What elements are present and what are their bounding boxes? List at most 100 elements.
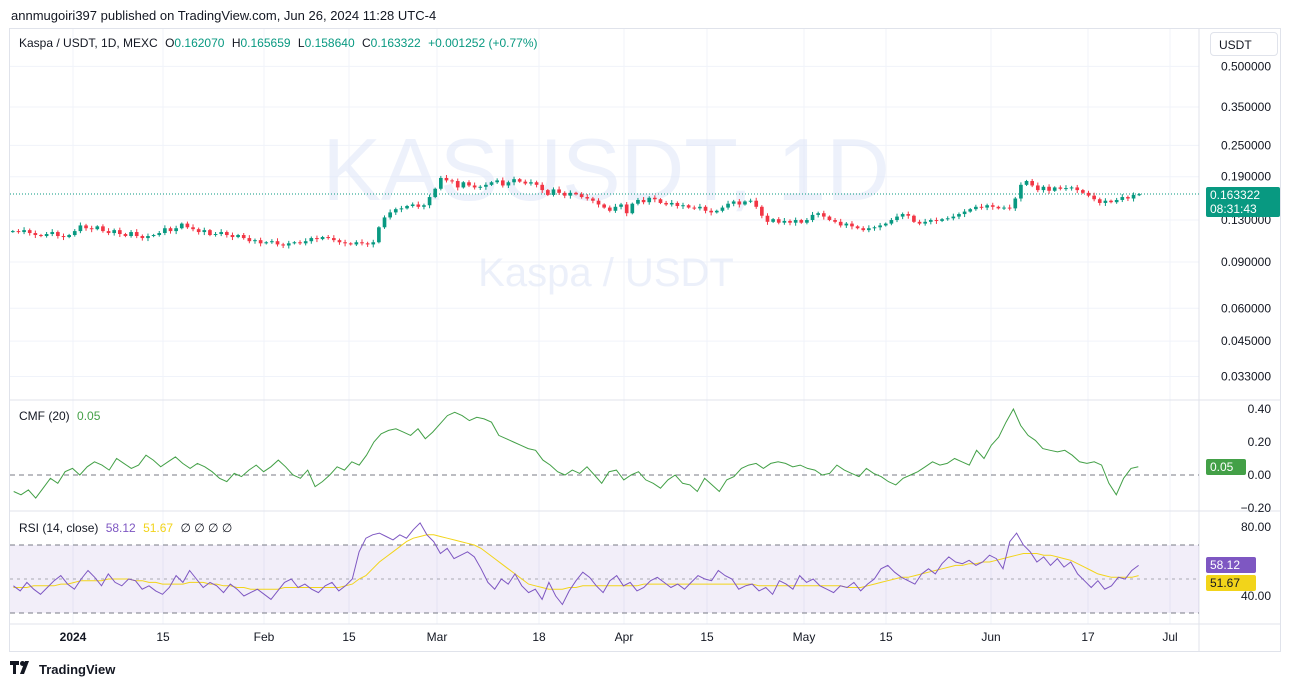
candle[interactable]	[247, 235, 252, 244]
candle[interactable]	[928, 218, 933, 225]
legend-symbol[interactable]: Kaspa / USDT, 1D, MEXC	[19, 36, 158, 50]
candle[interactable]	[89, 225, 94, 233]
candle[interactable]	[219, 229, 224, 237]
rsi-legend[interactable]: RSI (14, close) 58.12 51.67 ∅ ∅ ∅ ∅	[19, 521, 236, 535]
candle[interactable]	[1047, 184, 1051, 194]
candle[interactable]	[303, 238, 308, 246]
candle[interactable]	[883, 222, 888, 227]
candle[interactable]	[1007, 204, 1012, 211]
candle[interactable]	[253, 238, 257, 244]
candle[interactable]	[630, 202, 635, 215]
candle[interactable]	[230, 232, 235, 241]
candle[interactable]	[84, 223, 88, 231]
candle[interactable]	[117, 227, 122, 238]
candle[interactable]	[61, 233, 66, 241]
candle[interactable]	[123, 232, 128, 238]
candle[interactable]	[377, 226, 381, 244]
candle[interactable]	[275, 238, 280, 247]
cmf-legend[interactable]: CMF (20) 0.05	[19, 409, 104, 423]
candle[interactable]	[872, 225, 877, 231]
candle[interactable]	[1086, 190, 1091, 198]
footer-brand[interactable]: TradingView	[10, 661, 115, 677]
candle[interactable]	[16, 229, 21, 234]
candle[interactable]	[286, 240, 291, 249]
candle[interactable]	[106, 228, 111, 236]
candle[interactable]	[1081, 188, 1085, 194]
candle[interactable]	[78, 222, 83, 234]
candle[interactable]	[56, 230, 60, 239]
candle[interactable]	[309, 236, 314, 244]
candle[interactable]	[101, 224, 105, 233]
candle[interactable]	[10, 229, 15, 233]
candle[interactable]	[1035, 182, 1040, 193]
candle[interactable]	[1041, 185, 1046, 193]
candle[interactable]	[129, 230, 133, 238]
candle[interactable]	[962, 209, 967, 218]
candle[interactable]	[202, 227, 207, 236]
candle[interactable]	[900, 212, 905, 220]
candle[interactable]	[168, 226, 173, 234]
candle[interactable]	[1103, 198, 1108, 206]
rsi-label[interactable]: RSI (14, close)	[19, 521, 98, 535]
candle[interactable]	[264, 241, 269, 245]
candle[interactable]	[292, 241, 297, 245]
candle[interactable]	[906, 211, 911, 219]
candle[interactable]	[224, 230, 229, 238]
candle[interactable]	[1069, 185, 1074, 191]
candle[interactable]	[934, 217, 939, 224]
candle[interactable]	[1013, 196, 1018, 211]
candle[interactable]	[337, 238, 342, 245]
candle[interactable]	[850, 221, 854, 230]
candle[interactable]	[112, 228, 117, 236]
candle[interactable]	[895, 213, 899, 223]
candle[interactable]	[861, 226, 866, 232]
candle[interactable]	[185, 221, 190, 229]
candle[interactable]	[67, 233, 71, 239]
candle[interactable]	[140, 234, 145, 241]
candle[interactable]	[33, 230, 38, 239]
candle[interactable]	[196, 227, 201, 235]
candle[interactable]	[179, 222, 184, 230]
candle[interactable]	[241, 232, 246, 240]
candle[interactable]	[1024, 179, 1029, 186]
candle[interactable]	[782, 217, 787, 225]
candle[interactable]	[1002, 205, 1006, 210]
candle[interactable]	[844, 222, 849, 228]
candle[interactable]	[315, 235, 319, 243]
candle[interactable]	[22, 227, 26, 235]
candle[interactable]	[996, 205, 1001, 210]
candle[interactable]	[940, 218, 944, 223]
candle[interactable]	[146, 233, 150, 242]
candle[interactable]	[1058, 185, 1063, 191]
candle[interactable]	[917, 219, 922, 226]
candle[interactable]	[213, 231, 218, 237]
candle[interactable]	[298, 240, 302, 245]
candle[interactable]	[1064, 185, 1068, 191]
candle[interactable]	[433, 187, 438, 199]
candle[interactable]	[281, 242, 285, 249]
candle[interactable]	[163, 225, 167, 236]
candle[interactable]	[1114, 197, 1119, 204]
candle[interactable]	[258, 237, 263, 247]
candle[interactable]	[439, 175, 443, 191]
candle[interactable]	[1030, 178, 1035, 188]
candle[interactable]	[1092, 192, 1096, 202]
candle[interactable]	[878, 222, 882, 231]
candle[interactable]	[1097, 197, 1102, 206]
candle[interactable]	[968, 208, 973, 213]
candle[interactable]	[985, 203, 989, 211]
candle[interactable]	[951, 213, 956, 221]
candle[interactable]	[855, 225, 860, 230]
chart-canvas[interactable]: KASUSDT, 1D Kaspa / USDT 0.500000 0.35000…	[0, 0, 1292, 686]
candle[interactable]	[44, 231, 49, 238]
candle[interactable]	[157, 231, 162, 237]
candle[interactable]	[365, 241, 370, 247]
candle[interactable]	[174, 225, 178, 235]
candle[interactable]	[1120, 194, 1125, 203]
candle[interactable]	[95, 225, 100, 231]
candle[interactable]	[208, 228, 212, 237]
candle[interactable]	[371, 239, 376, 248]
main-legend[interactable]: Kaspa / USDT, 1D, MEXC O0.162070 H0.1656…	[19, 36, 541, 50]
candle[interactable]	[343, 239, 347, 247]
currency-button[interactable]: USDT	[1210, 32, 1278, 56]
